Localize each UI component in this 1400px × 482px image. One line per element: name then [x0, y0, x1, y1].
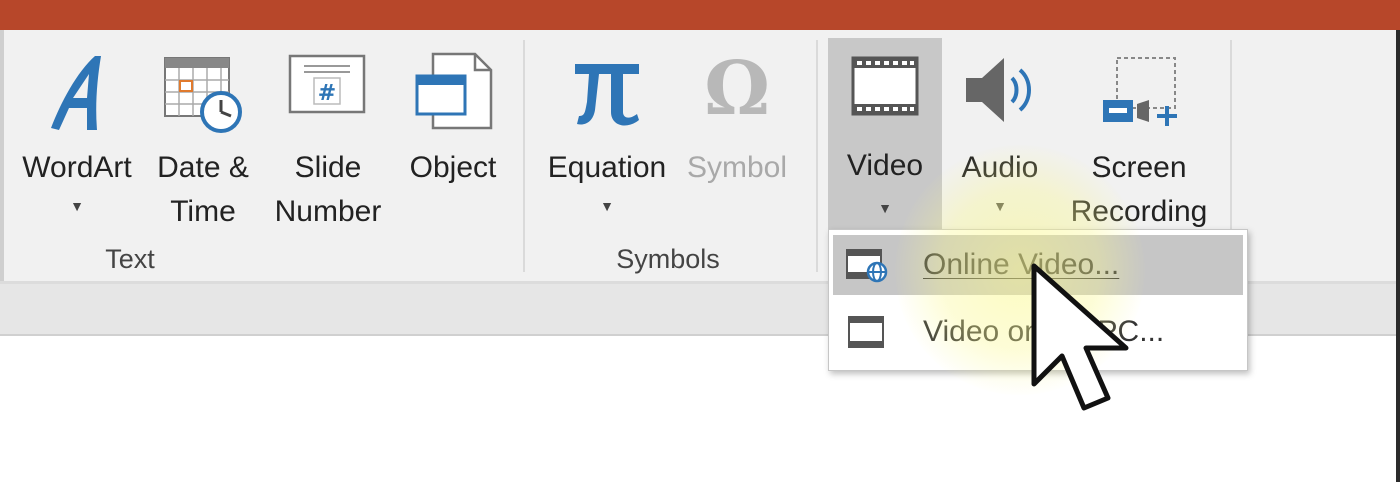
wordart-icon	[18, 50, 136, 140]
screen-recording-label: Screen Recording	[1070, 151, 1208, 228]
symbol-label: Symbol	[686, 151, 788, 184]
slide-number-button[interactable]: # Slide Number	[270, 42, 386, 237]
video-dropdown-caret: ▼	[878, 200, 892, 216]
symbol-button: Ω Symbol	[682, 42, 792, 237]
date-time-button[interactable]: Date & Time	[150, 42, 256, 237]
calendar-clock-icon	[150, 50, 256, 140]
equation-dropdown-caret: ▼	[600, 198, 614, 214]
film-icon	[845, 314, 889, 350]
film-icon	[828, 50, 942, 140]
object-label: Object	[409, 151, 497, 184]
wordart-dropdown-caret: ▼	[70, 198, 84, 214]
screen-recording-icon	[1074, 50, 1204, 140]
powerpoint-window: WordArt ▼ Date & Time # Slide Number Obj…	[0, 0, 1400, 482]
video-on-my-pc-menu-item[interactable]: Video on My PC...	[833, 302, 1243, 362]
object-icon	[400, 50, 506, 140]
audio-label: Audio	[961, 151, 1039, 184]
online-video-icon	[845, 247, 889, 283]
audio-button[interactable]: Audio ▼	[948, 42, 1052, 237]
equation-button[interactable]: Equation ▼	[548, 42, 666, 237]
object-button[interactable]: Object	[400, 42, 506, 237]
omega-icon: Ω	[682, 50, 792, 140]
slide-number-icon: #	[270, 50, 386, 140]
speaker-icon	[948, 50, 1052, 140]
text-group-label: Text	[105, 244, 155, 274]
online-video-label: Online Video...	[923, 248, 1120, 281]
video-on-my-pc-label: Video on My PC...	[923, 315, 1165, 348]
svg-text:Ω: Ω	[704, 50, 770, 130]
audio-dropdown-caret: ▼	[993, 198, 1007, 214]
wordart-button[interactable]: WordArt ▼	[18, 42, 136, 237]
title-bar	[0, 0, 1400, 30]
pi-icon	[548, 50, 666, 140]
window-right-edge	[1396, 30, 1400, 482]
group-separator	[523, 40, 525, 272]
video-dropdown-menu: Online Video... Video on My PC...	[828, 229, 1248, 371]
symbols-group-label: Symbols	[616, 244, 720, 274]
online-video-menu-item[interactable]: Online Video...	[833, 235, 1243, 295]
screen-recording-button[interactable]: Screen Recording	[1071, 42, 1207, 237]
video-button[interactable]: Video ▼	[828, 38, 942, 236]
svg-text:#: #	[318, 81, 336, 106]
